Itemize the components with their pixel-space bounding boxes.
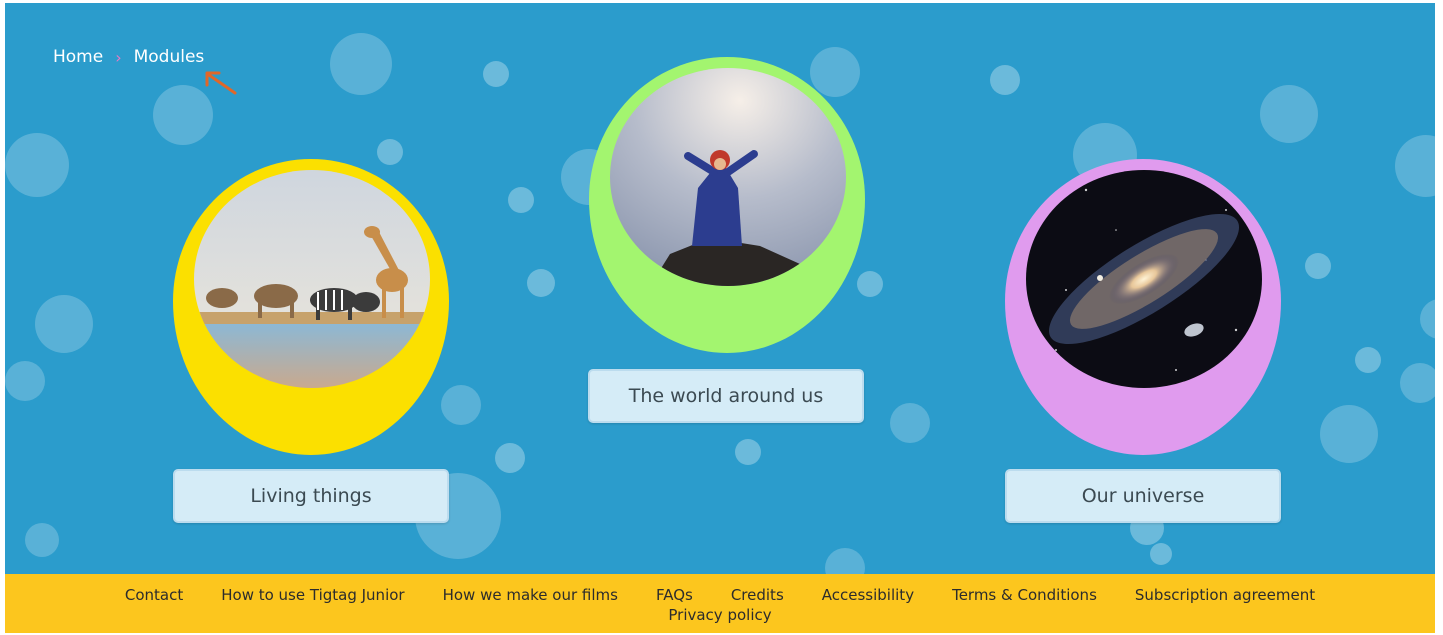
breadcrumb-current-link[interactable]: Modules: [134, 47, 205, 67]
background-bubble: [1150, 543, 1172, 565]
background-bubble: [527, 269, 555, 297]
background-bubble: [5, 361, 45, 401]
background-bubble: [495, 443, 525, 473]
footer-links: Contact How to use Tigtag Junior How we …: [5, 586, 1435, 624]
annotation-arrow-icon: [205, 71, 237, 95]
background-bubble: [5, 133, 69, 197]
footer-link-privacy[interactable]: Privacy policy: [668, 606, 771, 624]
module-button-living-things[interactable]: Living things: [173, 469, 449, 523]
module-image-galaxy[interactable]: [1026, 170, 1262, 388]
background-bubble: [508, 187, 534, 213]
background-bubble: [1395, 135, 1435, 197]
background-bubble: [1260, 85, 1318, 143]
footer-link-how-we-make-films[interactable]: How we make our films: [443, 586, 618, 604]
background-bubble: [441, 385, 481, 425]
background-bubble: [1305, 253, 1331, 279]
background-bubble: [483, 61, 509, 87]
chevron-right-icon: ›: [115, 47, 122, 67]
footer-link-faqs[interactable]: FAQs: [656, 586, 693, 604]
footer-link-contact[interactable]: Contact: [125, 586, 183, 604]
footer-link-accessibility[interactable]: Accessibility: [822, 586, 914, 604]
background-bubble: [990, 65, 1020, 95]
background-bubble: [735, 439, 761, 465]
module-button-world-around-us[interactable]: The world around us: [588, 369, 864, 423]
breadcrumb: Home › Modules: [53, 47, 204, 67]
background-bubble: [330, 33, 392, 95]
background-bubble: [890, 403, 930, 443]
footer-link-how-to-use[interactable]: How to use Tigtag Junior: [221, 586, 404, 604]
background-bubble: [1400, 363, 1435, 403]
module-image-child-on-rock[interactable]: [610, 68, 846, 286]
background-bubble: [1355, 347, 1381, 373]
background-bubble: [1420, 299, 1435, 339]
background-bubble: [35, 295, 93, 353]
modules-page: Home › Modules Living things The world a…: [5, 3, 1435, 633]
background-bubble: [1320, 405, 1378, 463]
background-bubble: [377, 139, 403, 165]
footer-links-row: Contact How to use Tigtag Junior How we …: [5, 586, 1435, 604]
footer-link-subscription[interactable]: Subscription agreement: [1135, 586, 1315, 604]
background-bubble: [857, 271, 883, 297]
background-bubble: [810, 47, 860, 97]
background-bubble: [25, 523, 59, 557]
module-image-animals[interactable]: [194, 170, 430, 388]
breadcrumb-home-link[interactable]: Home: [53, 47, 103, 67]
site-footer: Contact How to use Tigtag Junior How we …: [5, 574, 1435, 633]
footer-link-terms[interactable]: Terms & Conditions: [952, 586, 1097, 604]
module-button-our-universe[interactable]: Our universe: [1005, 469, 1281, 523]
footer-link-credits[interactable]: Credits: [731, 586, 784, 604]
footer-links-row-2: Privacy policy: [5, 606, 1435, 624]
